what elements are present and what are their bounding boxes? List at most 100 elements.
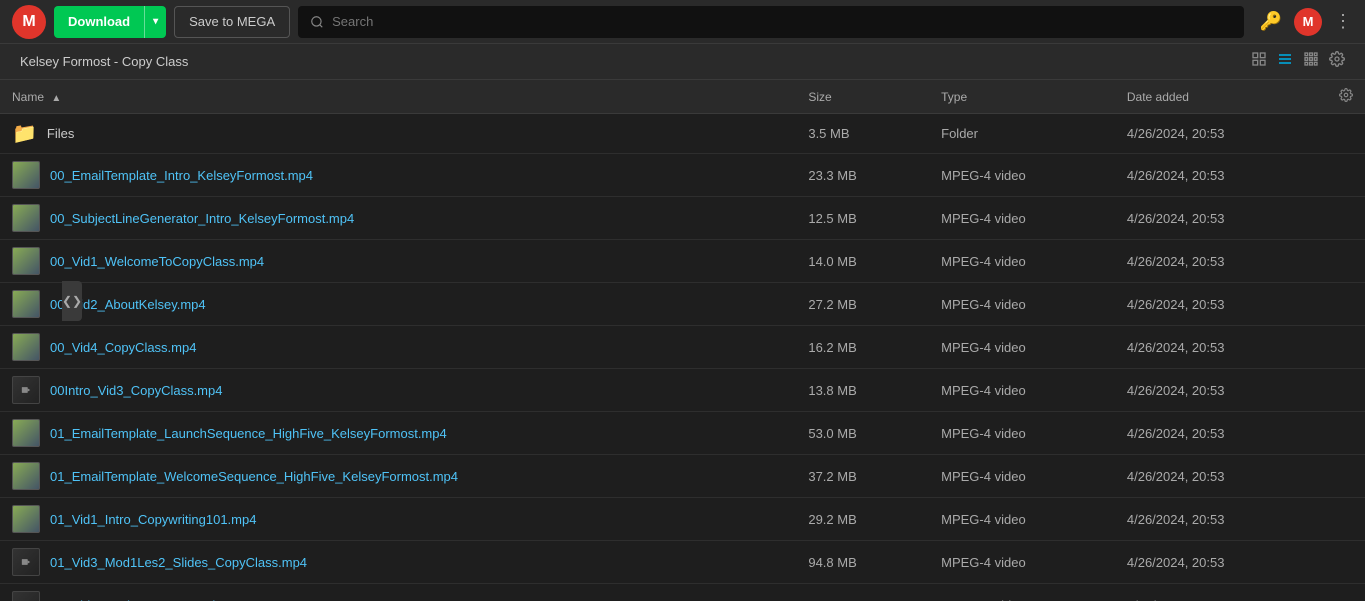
list-view-icon[interactable] — [1277, 51, 1293, 72]
video-thumbnail — [12, 505, 40, 533]
table-row[interactable]: 01_EmailTemplate_LaunchSequence_HighFive… — [0, 412, 1365, 455]
video-thumbnail — [12, 419, 40, 447]
file-name: 00_SubjectLineGenerator_Intro_KelseyForm… — [50, 211, 354, 226]
table-row[interactable]: 00_Vid2_AboutKelsey.mp4 27.2 MB MPEG-4 v… — [0, 283, 1365, 326]
file-actions — [1327, 197, 1365, 240]
save-to-mega-button[interactable]: Save to MEGA — [174, 6, 290, 38]
file-name-cell: 00Intro_Vid3_CopyClass.mp4 — [0, 369, 796, 412]
file-actions — [1327, 154, 1365, 197]
table-row[interactable]: 01_Vid4_Mod1Les3_CopyClass.mp4 23.0 MB M… — [0, 584, 1365, 601]
file-table-container: Name ▲ Size Type Date added — [0, 80, 1365, 601]
file-name-cell: 00_Vid2_AboutKelsey.mp4 — [0, 283, 796, 326]
file-name-cell: 01_Vid1_Intro_Copywriting101.mp4 — [0, 498, 796, 541]
file-type: MPEG-4 video — [929, 369, 1115, 412]
video-thumbnail — [12, 376, 40, 404]
file-date: 4/26/2024, 20:53 — [1115, 498, 1327, 541]
sort-arrow-icon: ▲ — [51, 93, 61, 104]
file-table: Name ▲ Size Type Date added — [0, 80, 1365, 601]
file-size: 14.0 MB — [796, 240, 929, 283]
thumbnail-view-icon[interactable] — [1251, 51, 1267, 72]
table-settings-icon[interactable] — [1339, 88, 1353, 102]
download-label: Download — [54, 14, 144, 29]
col-name[interactable]: Name ▲ — [0, 80, 796, 114]
file-size: 37.2 MB — [796, 455, 929, 498]
col-size[interactable]: Size — [796, 80, 929, 114]
file-actions — [1327, 498, 1365, 541]
file-size: 16.2 MB — [796, 326, 929, 369]
grid-view-icon[interactable] — [1303, 51, 1319, 72]
file-actions — [1327, 240, 1365, 283]
file-name-cell: 01_Vid4_Mod1Les3_CopyClass.mp4 — [0, 584, 796, 601]
file-date: 4/26/2024, 20:53 — [1115, 154, 1327, 197]
table-row[interactable]: 01_Vid3_Mod1Les2_Slides_CopyClass.mp4 94… — [0, 541, 1365, 584]
search-icon — [310, 15, 324, 29]
file-size: 12.5 MB — [796, 197, 929, 240]
file-actions — [1327, 114, 1365, 154]
file-type: Folder — [929, 114, 1115, 154]
col-type[interactable]: Type — [929, 80, 1115, 114]
table-row[interactable]: 01_Vid1_Intro_Copywriting101.mp4 29.2 MB… — [0, 498, 1365, 541]
file-name: 00_Vid4_CopyClass.mp4 — [50, 340, 196, 355]
file-type: MPEG-4 video — [929, 498, 1115, 541]
file-actions — [1327, 283, 1365, 326]
col-settings — [1327, 80, 1365, 114]
file-name-cell: 01_Vid3_Mod1Les2_Slides_CopyClass.mp4 — [0, 541, 796, 584]
topbar: M Download ▾ Save to MEGA 🔑 M ⋮ — [0, 0, 1365, 44]
file-name: Files — [47, 126, 74, 141]
table-row[interactable]: 00Intro_Vid3_CopyClass.mp4 13.8 MB MPEG-… — [0, 369, 1365, 412]
file-type: MPEG-4 video — [929, 154, 1115, 197]
file-type: MPEG-4 video — [929, 455, 1115, 498]
menu-dots-icon[interactable]: ⋮ — [1334, 11, 1353, 32]
avatar[interactable]: M — [1294, 8, 1322, 36]
file-date: 4/26/2024, 20:53 — [1115, 197, 1327, 240]
file-type: MPEG-4 video — [929, 584, 1115, 601]
file-date: 4/26/2024, 20:53 — [1115, 240, 1327, 283]
sidebar-expand-button[interactable]: ❮❯ — [62, 281, 82, 321]
video-thumbnail — [12, 247, 40, 275]
file-size: 23.3 MB — [796, 154, 929, 197]
file-type: MPEG-4 video — [929, 541, 1115, 584]
file-date: 4/26/2024, 20:53 — [1115, 369, 1327, 412]
folder-icon: 📁 — [12, 121, 37, 146]
file-name-cell: 01_EmailTemplate_LaunchSequence_HighFive… — [0, 412, 796, 455]
settings-icon[interactable] — [1329, 51, 1345, 72]
file-name: 01_EmailTemplate_WelcomeSequence_HighFiv… — [50, 469, 458, 484]
key-icon: 🔑 — [1260, 11, 1282, 32]
file-name: 00_EmailTemplate_Intro_KelseyFormost.mp4 — [50, 168, 313, 183]
file-date: 4/26/2024, 20:53 — [1115, 326, 1327, 369]
file-date: 4/26/2024, 20:53 — [1115, 412, 1327, 455]
download-button[interactable]: Download ▾ — [54, 6, 166, 38]
file-actions — [1327, 541, 1365, 584]
search-bar — [298, 6, 1243, 38]
table-row[interactable]: 📁 Files 3.5 MB Folder 4/26/2024, 20:53 — [0, 114, 1365, 154]
file-size: 53.0 MB — [796, 412, 929, 455]
file-name: 00Intro_Vid3_CopyClass.mp4 — [50, 383, 222, 398]
file-actions — [1327, 412, 1365, 455]
file-actions — [1327, 584, 1365, 601]
breadcrumb-bar: Kelsey Formost - Copy Class — [0, 44, 1365, 80]
video-thumbnail — [12, 591, 40, 601]
file-date: 4/26/2024, 20:53 — [1115, 541, 1327, 584]
search-input[interactable] — [332, 14, 1231, 29]
file-name-cell: 00_Vid1_WelcomeToCopyClass.mp4 — [0, 240, 796, 283]
video-thumbnail — [12, 548, 40, 576]
table-row[interactable]: 00_SubjectLineGenerator_Intro_KelseyForm… — [0, 197, 1365, 240]
file-size: 94.8 MB — [796, 541, 929, 584]
video-thumbnail — [12, 333, 40, 361]
table-row[interactable]: 00_Vid4_CopyClass.mp4 16.2 MB MPEG-4 vid… — [0, 326, 1365, 369]
file-size: 23.0 MB — [796, 584, 929, 601]
table-row[interactable]: 00_Vid1_WelcomeToCopyClass.mp4 14.0 MB M… — [0, 240, 1365, 283]
breadcrumb-actions — [1251, 51, 1345, 72]
table-row[interactable]: 01_EmailTemplate_WelcomeSequence_HighFiv… — [0, 455, 1365, 498]
breadcrumb: Kelsey Formost - Copy Class — [20, 54, 188, 69]
download-dropdown-arrow[interactable]: ▾ — [144, 6, 166, 38]
file-date: 4/26/2024, 20:53 — [1115, 114, 1327, 154]
table-row[interactable]: 00_EmailTemplate_Intro_KelseyFormost.mp4… — [0, 154, 1365, 197]
file-size: 29.2 MB — [796, 498, 929, 541]
video-thumbnail — [12, 161, 40, 189]
file-name-cell: 00_Vid4_CopyClass.mp4 — [0, 326, 796, 369]
video-thumbnail — [12, 462, 40, 490]
file-type: MPEG-4 video — [929, 240, 1115, 283]
col-date[interactable]: Date added — [1115, 80, 1327, 114]
file-size: 3.5 MB — [796, 114, 929, 154]
